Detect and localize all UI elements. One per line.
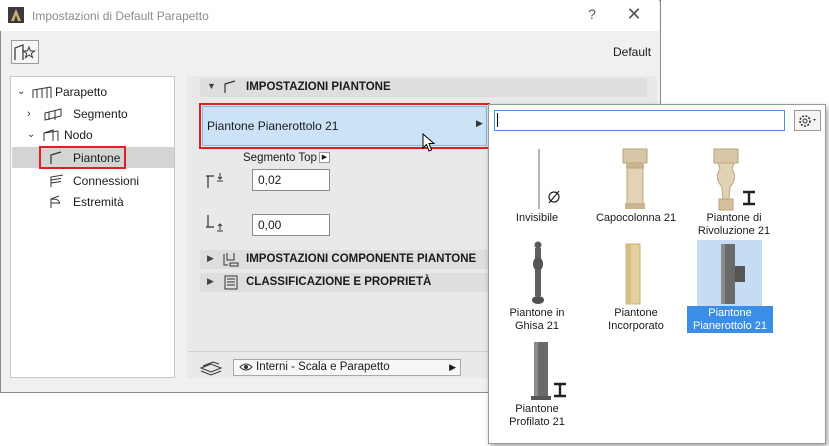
triangle-right-icon: ▶	[449, 362, 456, 372]
section-header-piantone[interactable]: ▼ IMPOSTAZIONI PIANTONE	[200, 78, 647, 97]
library-item-incorporato[interactable]	[618, 240, 648, 308]
segment-icon	[44, 108, 62, 121]
bottom-offset-field[interactable]: 0,00	[252, 214, 330, 236]
library-item-pianerottolo[interactable]	[697, 240, 762, 308]
library-item-rivoluzione[interactable]	[704, 147, 764, 212]
chevron-down-icon: ⌄	[17, 86, 26, 97]
profile-post-image	[531, 342, 566, 400]
post-icon	[224, 80, 236, 93]
library-item-label: Piantone Incorporato	[608, 307, 664, 332]
library-item-label: Piantone di Rivoluzione 21	[697, 212, 771, 237]
section-title: CLASSIFICAZIONE E PROPRIETÀ	[246, 276, 432, 288]
component-icon	[223, 253, 239, 267]
invisible-post-icon	[538, 149, 560, 209]
search-input[interactable]	[494, 110, 785, 131]
segment-top-toggle[interactable]: ▶	[319, 152, 330, 163]
railing-star-icon	[14, 44, 36, 60]
triangle-right-icon: ▶	[476, 118, 483, 128]
library-item-invisibile[interactable]	[515, 147, 560, 212]
library-item-profilato[interactable]	[514, 340, 570, 402]
window-title: Impostazioni di Default Parapetto	[32, 9, 209, 23]
app-logo-icon	[8, 7, 24, 23]
node-icon	[43, 129, 59, 141]
tree-item-label: Estremità	[73, 195, 124, 209]
eye-icon	[239, 363, 253, 371]
layer-label: Interni - Scala e Parapetto	[256, 361, 390, 373]
tree-item-nodo[interactable]: ⌄ Nodo	[11, 125, 171, 145]
chooser-label: Piantone Pianerottolo 21	[207, 119, 339, 133]
library-item-ghisa[interactable]	[527, 240, 549, 308]
top-offset-field[interactable]: 0,02	[252, 169, 330, 191]
embedded-post-image	[625, 243, 641, 305]
section-title: IMPOSTAZIONI PIANTONE	[246, 81, 391, 93]
railing-icon	[32, 86, 52, 98]
tree-item-label: Connessioni	[73, 174, 140, 188]
triangle-right-icon: ▶	[207, 276, 214, 286]
turned-post-image	[713, 148, 755, 211]
help-button[interactable]: ?	[582, 6, 602, 24]
document-icon	[224, 275, 238, 290]
default-label: Default	[613, 45, 652, 59]
tree-item-connessioni[interactable]: Connessioni	[11, 171, 171, 191]
settings-tree: ⌄ Parapetto › Segmento ⌄ Nodo Piantone C…	[10, 76, 175, 378]
tree-item-label: Parapetto	[55, 85, 108, 99]
library-item-capocolonna[interactable]	[615, 147, 655, 212]
tree-highlight-frame	[39, 146, 126, 169]
tree-item-estremita[interactable]: Estremità	[11, 192, 171, 212]
favorites-button[interactable]	[11, 40, 39, 64]
settings-button[interactable]	[794, 110, 821, 131]
library-item-label: Capocolonna 21	[595, 212, 677, 224]
library-item-label: Piantone in Ghisa 21	[509, 307, 565, 332]
capital-post-image	[622, 148, 648, 209]
tree-item-segmento[interactable]: › Segmento	[11, 104, 171, 124]
segment-top-label: Segmento Top	[243, 152, 317, 164]
chevron-right-icon: ›	[27, 108, 31, 120]
mouse-cursor-icon	[422, 133, 436, 152]
text-caret	[497, 113, 498, 127]
close-button[interactable]: ✕	[622, 4, 646, 26]
connection-icon	[50, 174, 64, 187]
railing-end-icon	[50, 195, 60, 208]
section-title: IMPOSTAZIONI COMPONENTE PIANTONE	[246, 253, 477, 265]
tree-item-label: Nodo	[64, 128, 93, 142]
triangle-down-icon: ▼	[207, 81, 216, 91]
top-offset-icon	[206, 173, 223, 188]
landing-post-image	[721, 244, 745, 304]
library-item-label: Piantone Profilato 21	[509, 403, 565, 428]
gear-icon	[799, 115, 816, 127]
layers-icon	[199, 361, 223, 376]
layer-dropdown[interactable]: Interni - Scala e Parapetto ▶	[233, 359, 461, 376]
bottom-offset-icon	[206, 215, 223, 232]
cast-iron-post-image	[532, 241, 544, 304]
library-item-label: Piantone Pianerottolo 21	[693, 307, 767, 332]
library-item-label: Invisibile	[515, 212, 559, 224]
tree-item-parapetto[interactable]: ⌄ Parapetto	[11, 82, 171, 102]
chevron-down-icon: ⌄	[27, 129, 36, 140]
triangle-right-icon: ▶	[207, 253, 214, 263]
tree-item-label: Segmento	[73, 107, 128, 121]
